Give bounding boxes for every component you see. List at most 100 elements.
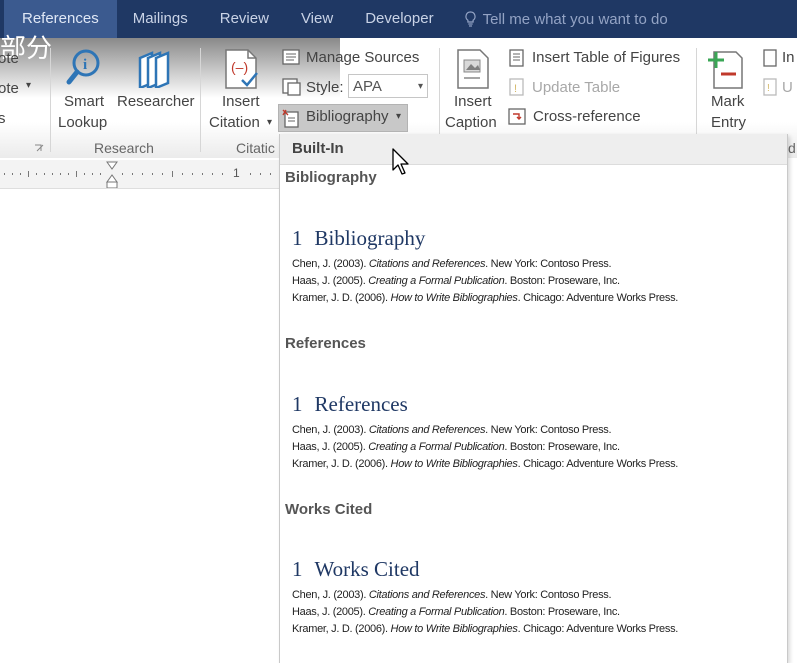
citation-entry: Kramer, J. D. (2006). How to Write Bibli… [292,458,678,470]
update-index-partial-label[interactable]: U [782,79,793,96]
gallery-item-heading: 1 Works Cited [292,557,420,582]
style-label: Style: [306,79,344,96]
citation-entry: Kramer, J. D. (2006). How to Write Bibli… [292,623,678,635]
dialog-launcher-icon[interactable] [34,144,44,154]
citation-author: Haas, J. (2005). [292,441,369,453]
svg-text:!: ! [514,83,517,95]
insert-citation-arrow-icon[interactable]: ▾ [267,117,272,128]
mark-entry-icon [708,51,743,89]
citation-publisher: . Chicago: Adventure Works Press. [517,623,679,635]
gallery-section-label: Works Cited [285,501,373,518]
citation-publisher: . Chicago: Adventure Works Press. [517,458,679,470]
index-group-partial-label: d [788,140,796,156]
citation-entry: Chen, J. (2003). Citations and Reference… [292,424,612,436]
citation-entry: Haas, J. (2005). Creating a Formal Publi… [292,606,620,618]
gallery-item-references[interactable]: 1 References Chen, J. (2003). Citations a… [280,356,787,470]
cross-reference-label[interactable]: Cross-reference [533,108,641,125]
citation-author: Kramer, J. D. (2006). [292,292,391,304]
citation-title: How to Write Bibliographies [390,623,518,635]
citation-author: Haas, J. (2005). [292,275,369,287]
tab-view[interactable]: View [285,0,349,38]
manage-sources-icon [282,49,300,65]
dropdown-arrow-icon[interactable]: ▾ [26,80,31,91]
tab-developer[interactable]: Developer [349,0,449,38]
insert-index-partial-label[interactable]: In [782,49,795,66]
insert-citation-label-2[interactable]: Citation [209,114,260,131]
heading-number: 1 [292,226,303,250]
tell-me-box[interactable]: Tell me what you want to do [450,11,668,28]
table-of-figures-icon [509,49,524,67]
smart-lookup-label-2[interactable]: Lookup [58,114,107,131]
mark-entry-label-1[interactable]: Mark [711,93,744,110]
citation-publisher: . New York: Contoso Press. [485,589,612,601]
citation-author: Kramer, J. D. (2006). [292,458,391,470]
group-divider [200,48,201,152]
citation-title: Citations and References [368,258,486,270]
insert-citation-icon: (–) [225,49,258,89]
bibliography-label: Bibliography [306,108,389,125]
citation-publisher: . Boston: Proseware, Inc. [504,275,620,287]
citations-group-label: Citatic [236,140,275,156]
heading-text: Works Cited [314,557,420,581]
insert-caption-icon [457,49,489,89]
heading-text: References [314,392,408,416]
style-icon [282,78,301,96]
chevron-down-icon: ▾ [417,81,423,92]
heading-number: 1 [292,557,303,581]
citation-publisher: . Boston: Proseware, Inc. [504,441,620,453]
insert-citation-label-1[interactable]: Insert [222,93,260,110]
horizontal-ruler[interactable]: 1 [0,160,280,189]
insert-caption-label-2[interactable]: Caption [445,114,497,131]
citation-author: Chen, J. (2003). [292,589,369,601]
document-canvas[interactable] [0,189,280,663]
ruler-number: 1 [233,166,240,180]
gallery-item-bibliography[interactable]: 1 Bibliography Chen, J. (2003). Citations… [280,190,787,304]
gallery-section-label: References [285,335,366,352]
citation-entry: Haas, J. (2005). Creating a Formal Publi… [292,275,620,287]
bibliography-icon [282,109,299,128]
researcher-icon [138,51,170,88]
gallery-item-heading: 1 Bibliography [292,226,425,251]
partial-label-2[interactable]: ote [0,80,19,97]
heading-number: 1 [292,392,303,416]
tell-me-placeholder: Tell me what you want to do [482,10,668,28]
citation-title: Creating a Formal Publication [368,606,505,618]
insert-table-of-figures-label[interactable]: Insert Table of Figures [532,49,680,66]
smart-lookup-label-1[interactable]: Smart [64,93,104,110]
citation-entry: Kramer, J. D. (2006). How to Write Bibli… [292,292,678,304]
citation-author: Chen, J. (2003). [292,258,369,270]
citation-publisher: . New York: Contoso Press. [485,258,612,270]
gallery-item-works-cited[interactable]: 1 Works Cited Chen, J. (2003). Citations … [280,522,787,635]
researcher-label[interactable]: Researcher [117,93,195,110]
tab-mailings[interactable]: Mailings [117,0,204,38]
svg-text:i: i [83,57,87,73]
heading-text: Bibliography [314,226,426,250]
gallery-section-label: Bibliography [285,169,377,186]
citation-author: Haas, J. (2005). [292,606,369,618]
citation-publisher: . New York: Contoso Press. [485,424,612,436]
svg-text:!: ! [767,83,770,94]
gallery-category-header: Built-In [280,134,787,165]
group-divider [50,48,51,152]
citation-title: Creating a Formal Publication [368,275,505,287]
citation-publisher: . Boston: Proseware, Inc. [504,606,620,618]
citation-publisher: . Chicago: Adventure Works Press. [517,292,679,304]
partial-label-1[interactable]: ote [0,50,19,67]
insert-caption-label-1[interactable]: Insert [454,93,492,110]
insert-index-icon [763,49,777,67]
tab-review[interactable]: Review [204,0,285,38]
citation-author: Chen, J. (2003). [292,424,369,436]
update-table-label[interactable]: Update Table [532,79,620,96]
citation-title: Creating a Formal Publication [368,441,505,453]
citation-title: How to Write Bibliographies [390,458,518,470]
svg-text:(–): (–) [231,59,248,75]
mark-entry-label-2[interactable]: Entry [711,114,746,131]
style-select[interactable]: APA ▾ [348,74,428,98]
citation-author: Kramer, J. D. (2006). [292,623,391,635]
ribbon-tab-bar: References Mailings Review View Develope… [0,0,797,38]
citation-entry: Chen, J. (2003). Citations and Reference… [292,258,612,270]
citation-entry: Haas, J. (2005). Creating a Formal Publi… [292,441,620,453]
style-select-value: APA [353,78,382,95]
manage-sources-label[interactable]: Manage Sources [306,49,419,66]
partial-label-3[interactable]: s [0,110,6,127]
